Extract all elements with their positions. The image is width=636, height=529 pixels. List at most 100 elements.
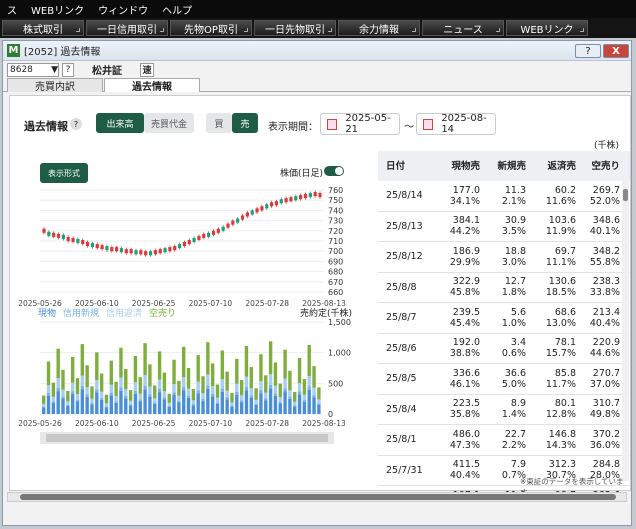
table-scrollbar[interactable]: [622, 181, 629, 481]
volume-bar-segment: [157, 392, 162, 414]
horizontal-scroll-thumb[interactable]: [20, 494, 616, 500]
menu-item[interactable]: ス: [0, 2, 24, 17]
volume-bar-segment: [264, 375, 268, 393]
menu-window[interactable]: ウィンドウ: [91, 2, 155, 17]
start-date-field[interactable]: 2025-05-21: [320, 113, 400, 135]
menu-help[interactable]: ヘルプ: [155, 2, 199, 17]
cell-value: 40.4%: [449, 470, 480, 482]
date-tick-label: 2025-07-28: [245, 299, 289, 308]
cell-value: 370.2: [592, 428, 620, 440]
cell-value: 3.0%: [501, 256, 526, 268]
cell-value: 2.1%: [501, 195, 526, 207]
col-short-sell: 空売り: [591, 160, 620, 172]
help-icon[interactable]: ?: [70, 118, 82, 130]
cell-value: 1.8%: [501, 287, 526, 299]
panel-title: 過去情報: [24, 120, 68, 133]
menu-weblink[interactable]: WEBリンク: [24, 2, 91, 17]
candle-body: [139, 250, 143, 255]
table-row: 25/8/8 322.9 45.8% 12.7 1.8% 130.6 18.5% 238.3 3…: [378, 273, 630, 303]
buy-toggle[interactable]: 買: [206, 113, 232, 133]
sell-toggle[interactable]: 売: [232, 113, 258, 133]
cell-value: 3.4: [510, 337, 526, 349]
range-navigator[interactable]: [40, 432, 334, 444]
tab-past-info[interactable]: 過去情報: [104, 78, 200, 93]
table-cell: 8.9 1.4%: [480, 395, 526, 425]
volume-bar-segment: [56, 387, 60, 392]
volume-bar-segment: [99, 391, 104, 398]
price-tick-label: 660: [328, 288, 343, 297]
volume-bar-segment: [201, 393, 205, 399]
volume-bar-segment: [196, 393, 200, 414]
cell-value: 213.4: [592, 306, 620, 318]
candle-body: [110, 247, 114, 252]
candle-body: [177, 244, 182, 249]
volume-bar-segment: [56, 348, 60, 379]
table-cell: 78.1 15.7%: [526, 334, 576, 364]
volume-bar-segment: [293, 391, 297, 402]
date-tick-label: 2025-07-10: [189, 299, 233, 308]
volume-bar-segment: [225, 371, 229, 391]
cell-value: 29.9%: [449, 256, 480, 268]
volume-tick-label: 1,500: [328, 318, 351, 327]
volume-toggle[interactable]: 出来高: [96, 113, 144, 133]
stock-code-select[interactable]: 8628 ▼: [7, 62, 59, 77]
horizontal-scrollbar[interactable]: [7, 492, 627, 502]
calendar-icon: [423, 118, 434, 130]
candle-body: [265, 204, 269, 209]
table-body: 25/8/14 177.0 34.1% 11.3 2.1% 60.2 11.6% 269.7 5…: [378, 181, 630, 493]
volume-bar-segment: [66, 405, 70, 414]
toolbar-stock-trade[interactable]: 株式取引: [2, 20, 84, 36]
volume-bar-segment: [278, 397, 282, 402]
volume-bar-segment: [196, 355, 200, 382]
toolbar-weblink[interactable]: WEBリンク: [506, 20, 588, 36]
price-toggle-switch[interactable]: [324, 166, 344, 176]
table-cell: 25/8/7: [378, 303, 438, 333]
trade-value-toggle[interactable]: 売買代金: [144, 113, 194, 133]
volume-bar-segment: [114, 402, 118, 414]
toolbar-day-margin[interactable]: 一日信用取引: [86, 20, 168, 36]
toolbar-futures-op[interactable]: 先物OP取引: [170, 20, 252, 36]
volume-bar-segment: [268, 341, 273, 375]
toolbar-day-futures[interactable]: 一日先物取引: [254, 20, 336, 36]
volume-bar-segment: [61, 396, 65, 399]
volume-bar-segment: [307, 345, 311, 377]
candle-body: [158, 249, 162, 254]
volume-tick-label: 1,000: [328, 349, 351, 358]
volume-bar-segment: [138, 377, 142, 394]
table-cell: 220.9 44.6%: [576, 334, 620, 364]
cell-value: 12.7: [504, 276, 526, 288]
cell-value: 238.3: [592, 276, 620, 288]
volume-bar-segment: [51, 401, 56, 404]
table-header: 日付 現物売 新規売 返済売 空売り: [378, 151, 630, 181]
cell-value: 25/8/7: [386, 312, 417, 324]
volume-bar-segment: [278, 401, 282, 404]
cell-value: 33.8%: [589, 287, 620, 299]
table-cell: 186.9 29.9%: [438, 242, 480, 272]
close-button[interactable]: X: [603, 44, 629, 58]
volume-bar-segment: [85, 365, 89, 388]
volume-bar-segment: [196, 390, 200, 394]
volume-bar-segment: [206, 388, 210, 414]
toolbar-news[interactable]: ニュース: [422, 20, 504, 36]
tab-trade-breakdown[interactable]: 売買内訳: [7, 78, 103, 93]
table-cell: 25/8/13: [378, 212, 438, 242]
toolbar-margin-info[interactable]: 余力情報: [338, 20, 420, 36]
volume-bar-segment: [201, 376, 205, 394]
cell-value: 284.8: [592, 459, 620, 471]
stock-search-button[interactable]: ?: [62, 62, 74, 77]
volume-bar-segment: [90, 386, 94, 399]
scroll-thumb[interactable]: [623, 189, 628, 201]
quick-button[interactable]: 速: [140, 62, 154, 77]
end-date-field[interactable]: 2025-08-14: [416, 113, 496, 135]
candle-body: [71, 237, 75, 243]
volume-bar-segment: [210, 363, 215, 387]
volume-bar-segment: [46, 393, 51, 396]
volume-bar-segment: [85, 394, 89, 397]
volume-bar-segment: [273, 393, 278, 396]
help-button[interactable]: ?: [575, 44, 601, 58]
col-spot-sell: 現物売: [451, 160, 480, 172]
candle-body: [134, 250, 138, 255]
volume-bar-segment: [80, 375, 85, 387]
candle-body: [76, 238, 80, 244]
cell-value: 44.2%: [449, 226, 480, 238]
